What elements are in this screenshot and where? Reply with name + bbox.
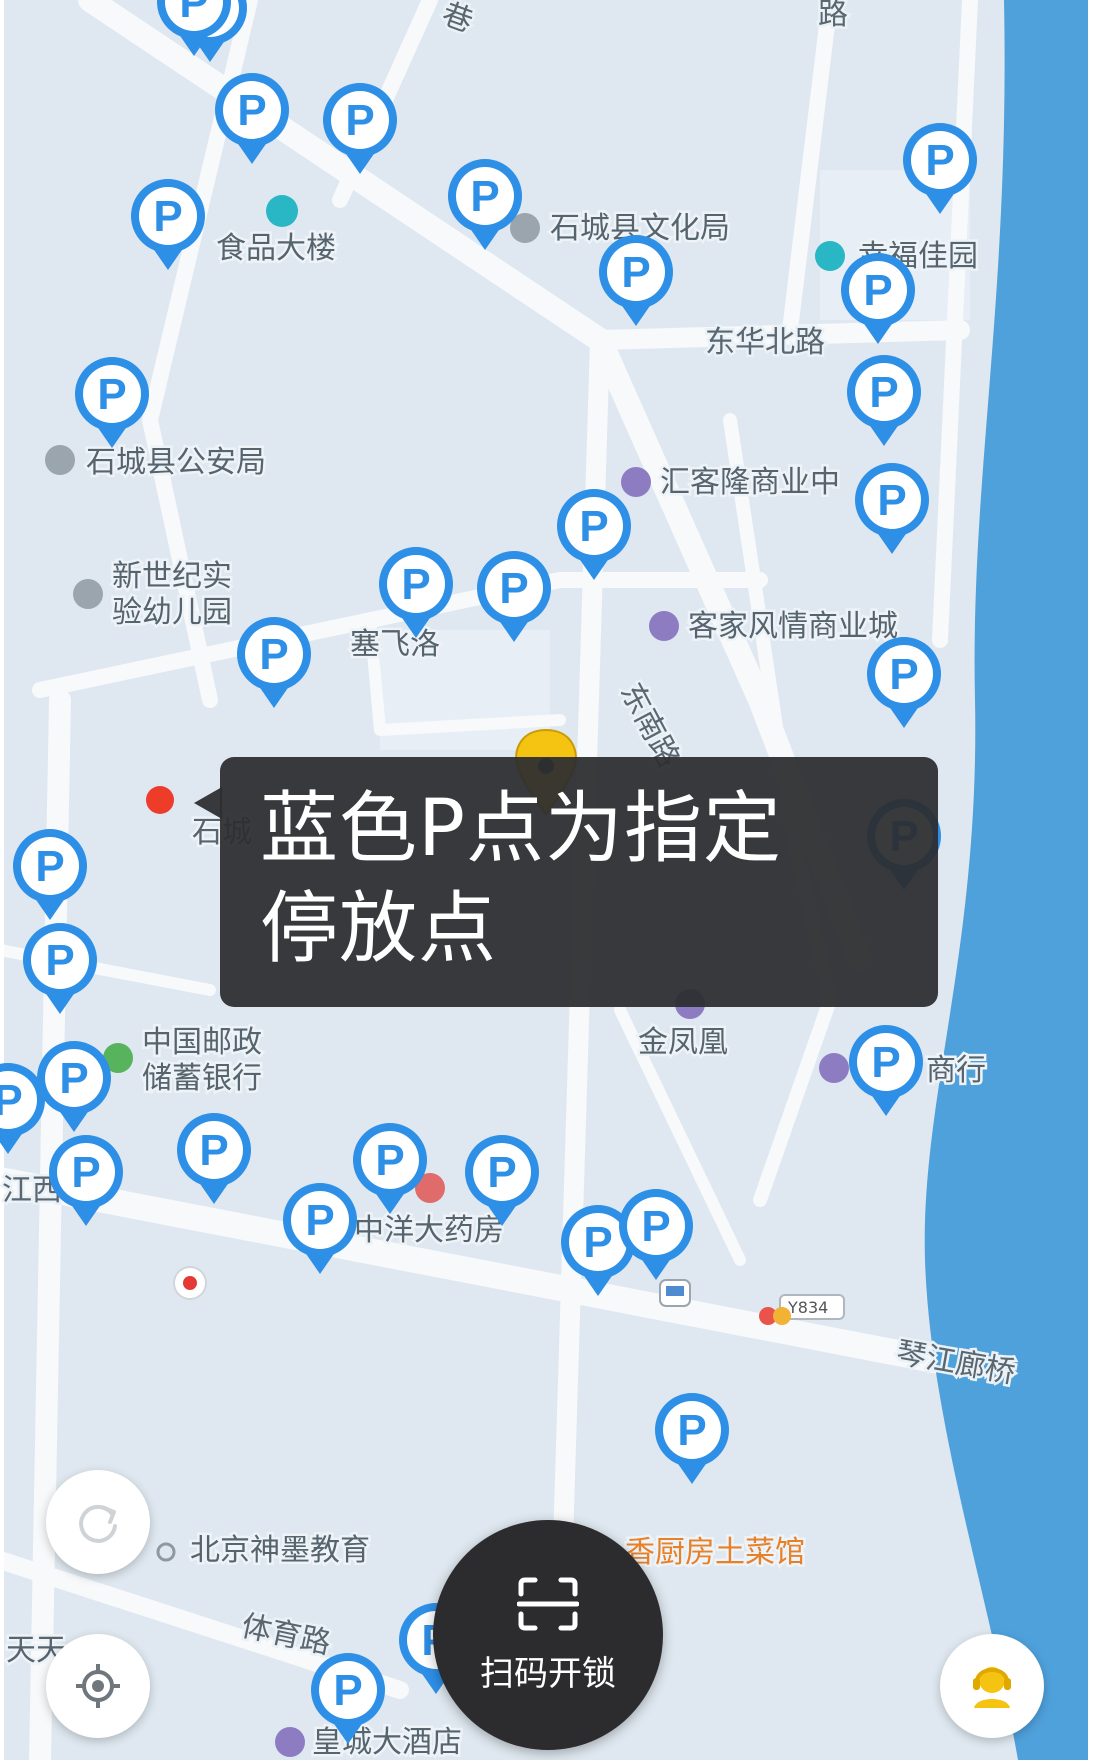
parking-pin-label: P	[889, 650, 918, 699]
parking-pin-label: P	[259, 630, 288, 679]
parking-pin-label: P	[375, 1136, 404, 1185]
shopping-icon	[649, 611, 679, 641]
hotel-icon	[275, 1727, 305, 1757]
parking-pin-label: P	[470, 172, 499, 221]
poi-hakka-mall: 客家风情商业城	[688, 609, 898, 644]
parking-pin-label: P	[583, 1218, 612, 1267]
tooltip-line-2: 停放点	[260, 884, 498, 974]
parking-pin-label: P	[863, 266, 892, 315]
map-screen: { "colors": { "map_bg": "#dfe8f0", "road…	[0, 0, 1096, 1760]
poi-huangcheng-hotel: 皇城大酒店	[312, 1725, 462, 1760]
parking-pin-label: P	[305, 1196, 334, 1245]
poi-beijing-shenmo: 北京神墨教育	[190, 1533, 370, 1568]
poi-postal-bank-line2: 储蓄银行	[142, 1061, 262, 1096]
mall-icon	[621, 467, 651, 497]
scan-icon	[517, 1577, 579, 1630]
bus-stop-icon	[659, 1279, 691, 1307]
customer-service-icon	[973, 1667, 1011, 1708]
poi-kindergarten-line2: 验幼儿园	[112, 595, 232, 630]
road-donghua-north: 东华北路	[705, 325, 825, 360]
parking-pin-label: P	[237, 86, 266, 135]
parking-pin-label: P	[345, 96, 374, 145]
school-icon	[73, 579, 103, 609]
parking-pin-label: P	[59, 1054, 88, 1103]
unicom-icon-dot	[183, 1276, 197, 1290]
parking-pin-label: P	[641, 1202, 670, 1251]
hint-tooltip: 蓝色P点为指定 停放点	[220, 757, 938, 1007]
parking-pin-label: P	[0, 1076, 23, 1125]
parking-pin-label: P	[579, 502, 608, 551]
tooltip-arrow	[194, 787, 222, 819]
scan-unlock-button[interactable]: 扫码开锁	[433, 1520, 663, 1750]
building-icon	[266, 195, 298, 227]
road-lu: 路	[818, 0, 848, 32]
parking-pin-label: P	[925, 136, 954, 185]
poi-jinfenghuang: 金凤凰	[638, 1025, 728, 1060]
locate-icon	[76, 1664, 120, 1708]
parking-pin-label: P	[97, 370, 126, 419]
poi-saifeiluo: 塞飞洛	[350, 627, 440, 662]
parking-pin-label: P	[35, 842, 64, 891]
tooltip-line-1: 蓝色P点为指定	[260, 784, 783, 874]
poi-zhongyang-pharmacy: 中洋大药房	[354, 1213, 504, 1248]
parking-pin-label: P	[153, 192, 182, 241]
poi-postal-bank-line1: 中国邮政	[142, 1025, 262, 1060]
poi-huikelong: 汇客隆商业中	[660, 465, 840, 500]
parking-pin-label: P	[499, 564, 528, 613]
user-location-dot	[146, 786, 174, 814]
parking-pin-label: P	[199, 1126, 228, 1175]
parking-pin-label: P	[71, 1148, 100, 1197]
parking-pin-label: P	[869, 368, 898, 417]
parking-pin-label: P	[333, 1666, 362, 1715]
refresh-button[interactable]	[46, 1470, 150, 1574]
residence-icon	[815, 241, 845, 271]
parking-pin-label: P	[487, 1148, 516, 1197]
poi-xiangchufang: 香厨房土菜馆	[625, 1535, 805, 1570]
parking-pin-label: P	[401, 560, 430, 609]
poi-police-bureau: 石城县公安局	[86, 445, 266, 480]
parking-pin-label: P	[179, 0, 208, 27]
shanghang-icon	[819, 1053, 849, 1083]
poi-kindergarten-line1: 新世纪实	[112, 559, 232, 594]
police-icon	[45, 445, 75, 475]
parking-pin-label: P	[877, 476, 906, 525]
customer-service-button[interactable]	[940, 1634, 1044, 1738]
refresh-icon	[79, 1504, 117, 1543]
parking-pin-label: P	[621, 248, 650, 297]
parking-pin-label: P	[677, 1406, 706, 1455]
parking-pin-label: P	[45, 936, 74, 985]
poi-food-building: 食品大楼	[216, 231, 336, 266]
parking-pin-label: P	[871, 1038, 900, 1087]
poi-shanghang: 商行	[926, 1053, 986, 1088]
scan-unlock-label: 扫码开锁	[480, 1653, 616, 1694]
highway-label: Y834	[787, 1298, 828, 1317]
locate-button[interactable]	[46, 1634, 150, 1738]
